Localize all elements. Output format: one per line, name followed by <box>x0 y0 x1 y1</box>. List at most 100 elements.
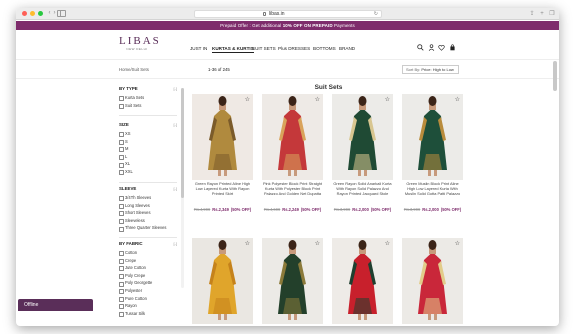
filter-option[interactable]: Suit Sets <box>119 102 177 110</box>
filter-option[interactable]: Poly Georgette <box>119 279 177 287</box>
wishlist-star-icon[interactable]: ☆ <box>385 97 390 103</box>
filter-option[interactable]: Polyester <box>119 287 177 295</box>
nav-kurtas-kurtis[interactable]: KURTAS & KURTIS <box>212 46 254 53</box>
product-name[interactable]: Pink Polyester Block Print Straight Kurt… <box>262 182 323 206</box>
product-image[interactable] <box>402 94 463 180</box>
product-prices: Rs.4,999 Rs.2,349 (50% OFF) <box>192 207 253 213</box>
wishlist-star-icon[interactable]: ☆ <box>455 241 460 247</box>
filter-heading: BY FABRIC [-] <box>119 241 177 249</box>
libas-logo[interactable]: LIBAS NEW DELHI <box>119 36 159 52</box>
product-name[interactable]: Green Rayon Solid Anarkali Kurta With Ra… <box>332 182 393 206</box>
product-prices: Rs.3,999 Rs.2,000 (50% OFF) <box>402 207 463 213</box>
lock-icon <box>263 12 266 16</box>
cart-icon[interactable] <box>449 44 456 51</box>
product-image[interactable] <box>262 238 323 324</box>
collapse-toggle[interactable]: [-] <box>173 86 177 91</box>
offline-chat-tab[interactable]: Offline <box>18 299 93 311</box>
filter-option[interactable]: Pure Cotton <box>119 295 177 303</box>
collapse-toggle[interactable]: [-] <box>173 186 177 191</box>
close-window-button[interactable] <box>22 11 27 16</box>
wishlist-star-icon[interactable]: ☆ <box>385 241 390 247</box>
sort-value: Price: High to Low <box>421 67 454 72</box>
filter-option[interactable]: S <box>119 138 177 146</box>
promo-prefix: Prepaid Offer : Get additional <box>220 23 282 28</box>
filter-option[interactable]: Rayon <box>119 302 177 310</box>
new-tab-icon[interactable]: + <box>538 10 546 18</box>
product-name[interactable]: Green Muslin Block Print Aline High Low … <box>402 182 463 206</box>
product-image[interactable] <box>332 238 393 324</box>
account-icon[interactable] <box>428 44 435 51</box>
nav-plus-dresses[interactable]: Plus DRESSES <box>278 46 310 52</box>
wishlist-star-icon[interactable]: ☆ <box>245 241 250 247</box>
filter-option[interactable]: Three Quarter Sleeves <box>119 224 177 232</box>
original-price: Rs.3,999 <box>403 207 421 212</box>
collapse-toggle[interactable]: [-] <box>173 122 177 127</box>
filter-group-size: SIZE [-] XS S M L XL XXL <box>119 122 177 176</box>
filter-scrollbar[interactable] <box>181 88 184 288</box>
page-scrollbar[interactable] <box>553 61 557 319</box>
browser-window: ‹ › libas.in ↻ ⇪ + ❐ Prepaid Offer : Get… <box>16 8 559 326</box>
filter-option[interactable]: Cotton <box>119 249 177 257</box>
filter-group-type: BY TYPE [-] Kurta Sets Suit Sets <box>119 86 177 109</box>
divider <box>119 237 177 238</box>
filter-heading-text: BY FABRIC <box>119 241 143 246</box>
site-header: LIBAS NEW DELHI JUST IN KURTAS & KURTIS … <box>16 30 559 60</box>
filter-option[interactable]: XXL <box>119 168 177 176</box>
sidebar-toggle-icon[interactable] <box>57 10 66 17</box>
filter-heading: BY TYPE [-] <box>119 86 177 94</box>
sale-price: Rs.2,349 <box>212 207 229 212</box>
wishlist-star-icon[interactable]: ☆ <box>315 241 320 247</box>
product-name[interactable]: Green Rayon Printed Aline High Low Layer… <box>192 182 253 206</box>
filter-option[interactable]: Short Sleeves <box>119 209 177 217</box>
product-image[interactable] <box>192 238 253 324</box>
discount-badge: (50% OFF) <box>370 207 392 212</box>
zoom-window-button[interactable] <box>38 11 43 16</box>
filter-option[interactable]: Jute Cotton <box>119 264 177 272</box>
filter-option[interactable]: Poly Crepe <box>119 272 177 280</box>
filter-scrollbar-thumb[interactable] <box>181 88 184 198</box>
filter-option[interactable]: Kurta Sets <box>119 94 177 102</box>
original-price: Rs.4,999 <box>193 207 211 212</box>
page-scrollbar-thumb[interactable] <box>553 61 557 91</box>
sort-dropdown[interactable]: Sort By: Price: High to Low <box>402 65 459 74</box>
share-icon[interactable]: ⇪ <box>528 10 536 18</box>
collapse-toggle[interactable]: [-] <box>173 241 177 246</box>
promo-suffix: Payments <box>334 23 355 28</box>
filter-option[interactable]: Sleeveless <box>119 217 177 225</box>
filter-heading: SIZE [-] <box>119 122 177 130</box>
page-title: Suit Sets <box>314 84 343 91</box>
divider <box>119 182 177 183</box>
filter-sidebar: BY TYPE [-] Kurta Sets Suit Sets SIZE [-] … <box>119 86 177 318</box>
breadcrumb[interactable]: Home/Suit Sets <box>119 67 149 72</box>
wishlist-star-icon[interactable]: ☆ <box>245 97 250 103</box>
filter-option[interactable]: XS <box>119 130 177 138</box>
nav-brand[interactable]: BRAND <box>339 46 355 52</box>
listing-toolbar: Home/Suit Sets 1-36 of 245 Sort By: Pric… <box>16 61 559 79</box>
product-image[interactable] <box>402 238 463 324</box>
original-price: Rs.3,999 <box>333 207 351 212</box>
filter-option[interactable]: L <box>119 153 177 161</box>
product-image[interactable] <box>262 94 323 180</box>
wishlist-icon[interactable] <box>438 44 445 51</box>
filter-option[interactable]: XL <box>119 160 177 168</box>
filter-option[interactable]: M <box>119 145 177 153</box>
nav-just-in[interactable]: JUST IN <box>190 46 207 52</box>
discount-badge: (50% OFF) <box>440 207 462 212</box>
minimize-window-button[interactable] <box>30 11 35 16</box>
product-image[interactable] <box>332 94 393 180</box>
product-image[interactable] <box>192 94 253 180</box>
filter-option[interactable]: Crepe <box>119 257 177 265</box>
tab-overview-icon[interactable]: ❐ <box>548 10 556 18</box>
sale-price: Rs.2,249 <box>282 207 299 212</box>
wishlist-star-icon[interactable]: ☆ <box>315 97 320 103</box>
filter-option[interactable]: Long Sleeves <box>119 202 177 210</box>
filter-option[interactable]: 3/4Th Sleeves <box>119 194 177 202</box>
nav-suit-sets[interactable]: SUIT SETS <box>252 46 276 52</box>
filter-option[interactable]: Tussar Silk <box>119 310 177 318</box>
reload-icon[interactable]: ↻ <box>374 11 378 18</box>
address-bar[interactable]: libas.in ↻ <box>194 10 382 18</box>
search-icon[interactable] <box>417 44 424 51</box>
divider <box>119 115 177 116</box>
wishlist-star-icon[interactable]: ☆ <box>455 97 460 103</box>
nav-bottoms[interactable]: BOTTOMS <box>313 46 336 52</box>
